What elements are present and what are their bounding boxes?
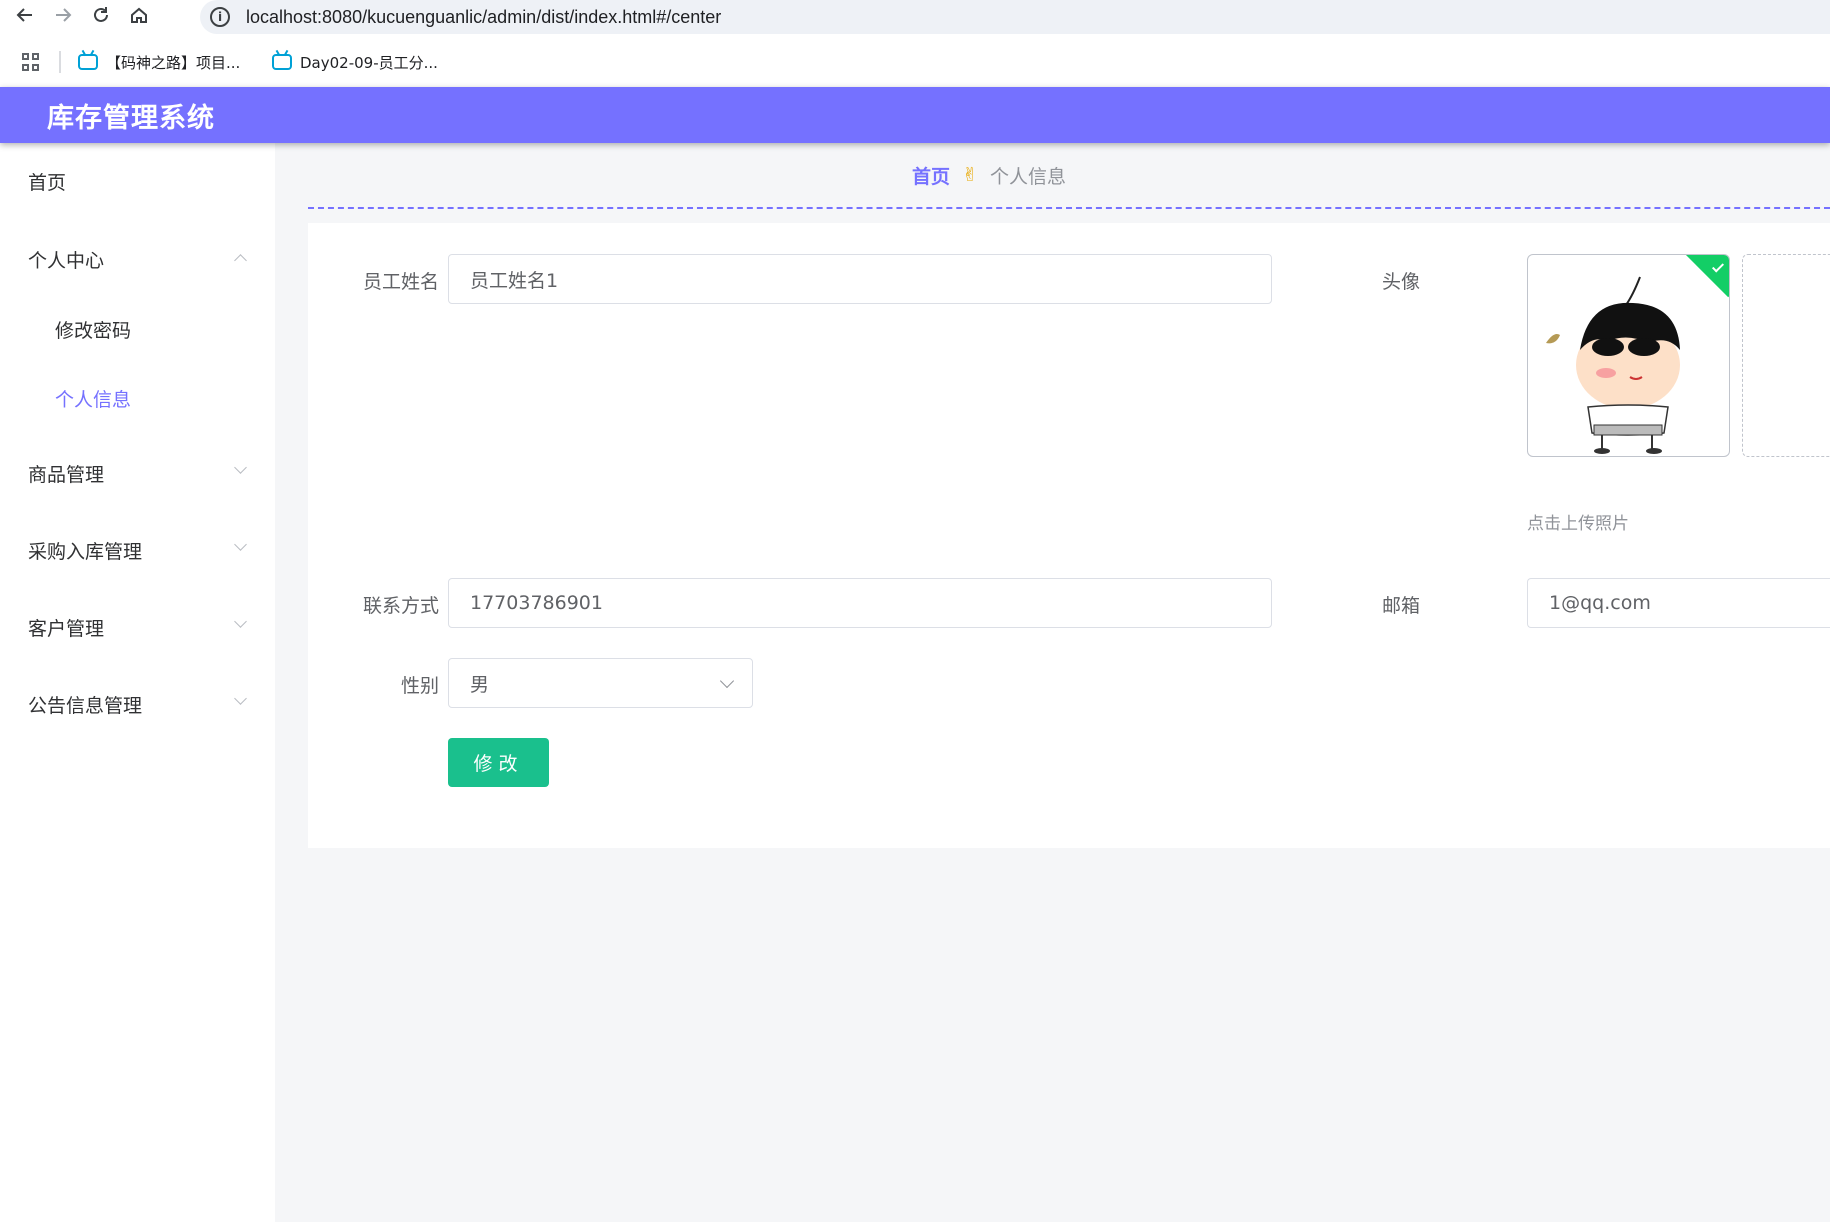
- chevron-down-icon: [234, 615, 247, 628]
- sidebar-item-label: 首页: [28, 171, 67, 194]
- sidebar-item-change-password[interactable]: 修改密码: [0, 304, 275, 354]
- name-input[interactable]: 员工姓名1: [448, 254, 1272, 304]
- profile-form: 员工姓名 员工姓名1 头像 点击上传照片 联系方式 17703786901 邮箱…: [308, 223, 1830, 848]
- hand-icon: ✌: [962, 164, 978, 186]
- sidebar-item-purchase-management[interactable]: 采购入库管理: [0, 525, 275, 575]
- chevron-down-icon: [719, 673, 735, 689]
- avatar-cartoon-icon: [1546, 276, 1680, 454]
- reload-icon[interactable]: [84, 0, 118, 30]
- avatar-image[interactable]: [1527, 254, 1730, 457]
- email-input[interactable]: 1@qq.com: [1527, 578, 1830, 628]
- breadcrumb-home[interactable]: 首页: [912, 162, 950, 189]
- bookmarks-bar: 【码神之路】项目... Day02-09-员工分...: [0, 38, 1830, 86]
- phone-value: 17703786901: [470, 592, 603, 614]
- chevron-up-icon: [234, 254, 247, 267]
- sidebar-item-label: 商品管理: [28, 463, 105, 486]
- bookmark-label: Day02-09-员工分...: [300, 53, 438, 72]
- upload-hint: 点击上传照片: [1527, 514, 1629, 534]
- main-content: 首页 ✌ 个人信息 员工姓名 员工姓名1 头像 点击上传照片 联系方式 1770…: [275, 143, 1830, 1222]
- bilibili-tv-icon: [78, 54, 98, 70]
- sidebar-item-label: 个人中心: [28, 249, 105, 272]
- sidebar-item-label: 个人信息: [55, 388, 132, 411]
- breadcrumb: 首页 ✌ 个人信息: [308, 143, 1830, 209]
- forward-arrow-icon[interactable]: [46, 0, 80, 30]
- chevron-down-icon: [234, 538, 247, 551]
- sidebar-item-label: 修改密码: [55, 319, 132, 342]
- sidebar-item-label: 公告信息管理: [28, 694, 143, 717]
- breadcrumb-current: 个人信息: [989, 165, 1066, 188]
- url-text[interactable]: localhost:8080/kucuenguanlic/admin/dist/…: [246, 7, 721, 28]
- sidebar-item-customer-management[interactable]: 客户管理: [0, 602, 275, 652]
- bookmark-separator: [59, 51, 61, 73]
- bookmark-label: 【码神之路】项目...: [106, 53, 241, 72]
- back-arrow-icon[interactable]: [8, 0, 42, 30]
- name-label: 员工姓名: [362, 271, 439, 293]
- app-header: 库存管理系统: [0, 87, 1830, 143]
- bookmark-item[interactable]: Day02-09-员工分...: [272, 50, 438, 74]
- upload-area[interactable]: [1742, 254, 1830, 457]
- sidebar-item-label: 采购入库管理: [28, 540, 143, 563]
- sidebar-item-label: 客户管理: [28, 617, 105, 640]
- gender-select[interactable]: 男: [448, 658, 753, 708]
- sidebar-item-announcement-management[interactable]: 公告信息管理: [0, 679, 275, 729]
- bookmark-item[interactable]: 【码神之路】项目...: [78, 50, 240, 74]
- chevron-down-icon: [234, 692, 247, 705]
- phone-label: 联系方式: [362, 595, 439, 617]
- chevron-down-icon: [234, 461, 247, 474]
- address-bar[interactable]: i localhost:8080/kucuenguanlic/admin/dis…: [200, 0, 1830, 34]
- sidebar-item-home[interactable]: 首页: [0, 156, 275, 206]
- sidebar-item-personal-info[interactable]: 个人信息: [0, 373, 275, 423]
- email-label: 邮箱: [1381, 595, 1420, 617]
- site-info-icon[interactable]: i: [210, 7, 230, 27]
- sidebar-item-product-management[interactable]: 商品管理: [0, 448, 275, 498]
- name-value: 员工姓名1: [470, 269, 559, 292]
- browser-toolbar: i localhost:8080/kucuenguanlic/admin/dis…: [0, 0, 1830, 34]
- app-title: 库存管理系统: [47, 102, 215, 134]
- phone-input[interactable]: 17703786901: [448, 578, 1272, 628]
- submit-button[interactable]: 修改: [448, 738, 549, 787]
- sidebar: 首页 个人中心 修改密码 个人信息 商品管理 采购入库管理 客户管理 公告信息管…: [0, 143, 275, 1222]
- home-icon[interactable]: [122, 0, 156, 30]
- gender-label: 性别: [400, 675, 439, 697]
- bilibili-tv-icon: [272, 54, 292, 70]
- email-value: 1@qq.com: [1549, 592, 1651, 614]
- gender-value: 男: [470, 673, 490, 696]
- submit-label: 修改: [473, 753, 524, 775]
- avatar-label: 头像: [1381, 271, 1420, 293]
- apps-grid-icon[interactable]: [22, 53, 40, 71]
- sidebar-item-personal-center[interactable]: 个人中心: [0, 234, 275, 284]
